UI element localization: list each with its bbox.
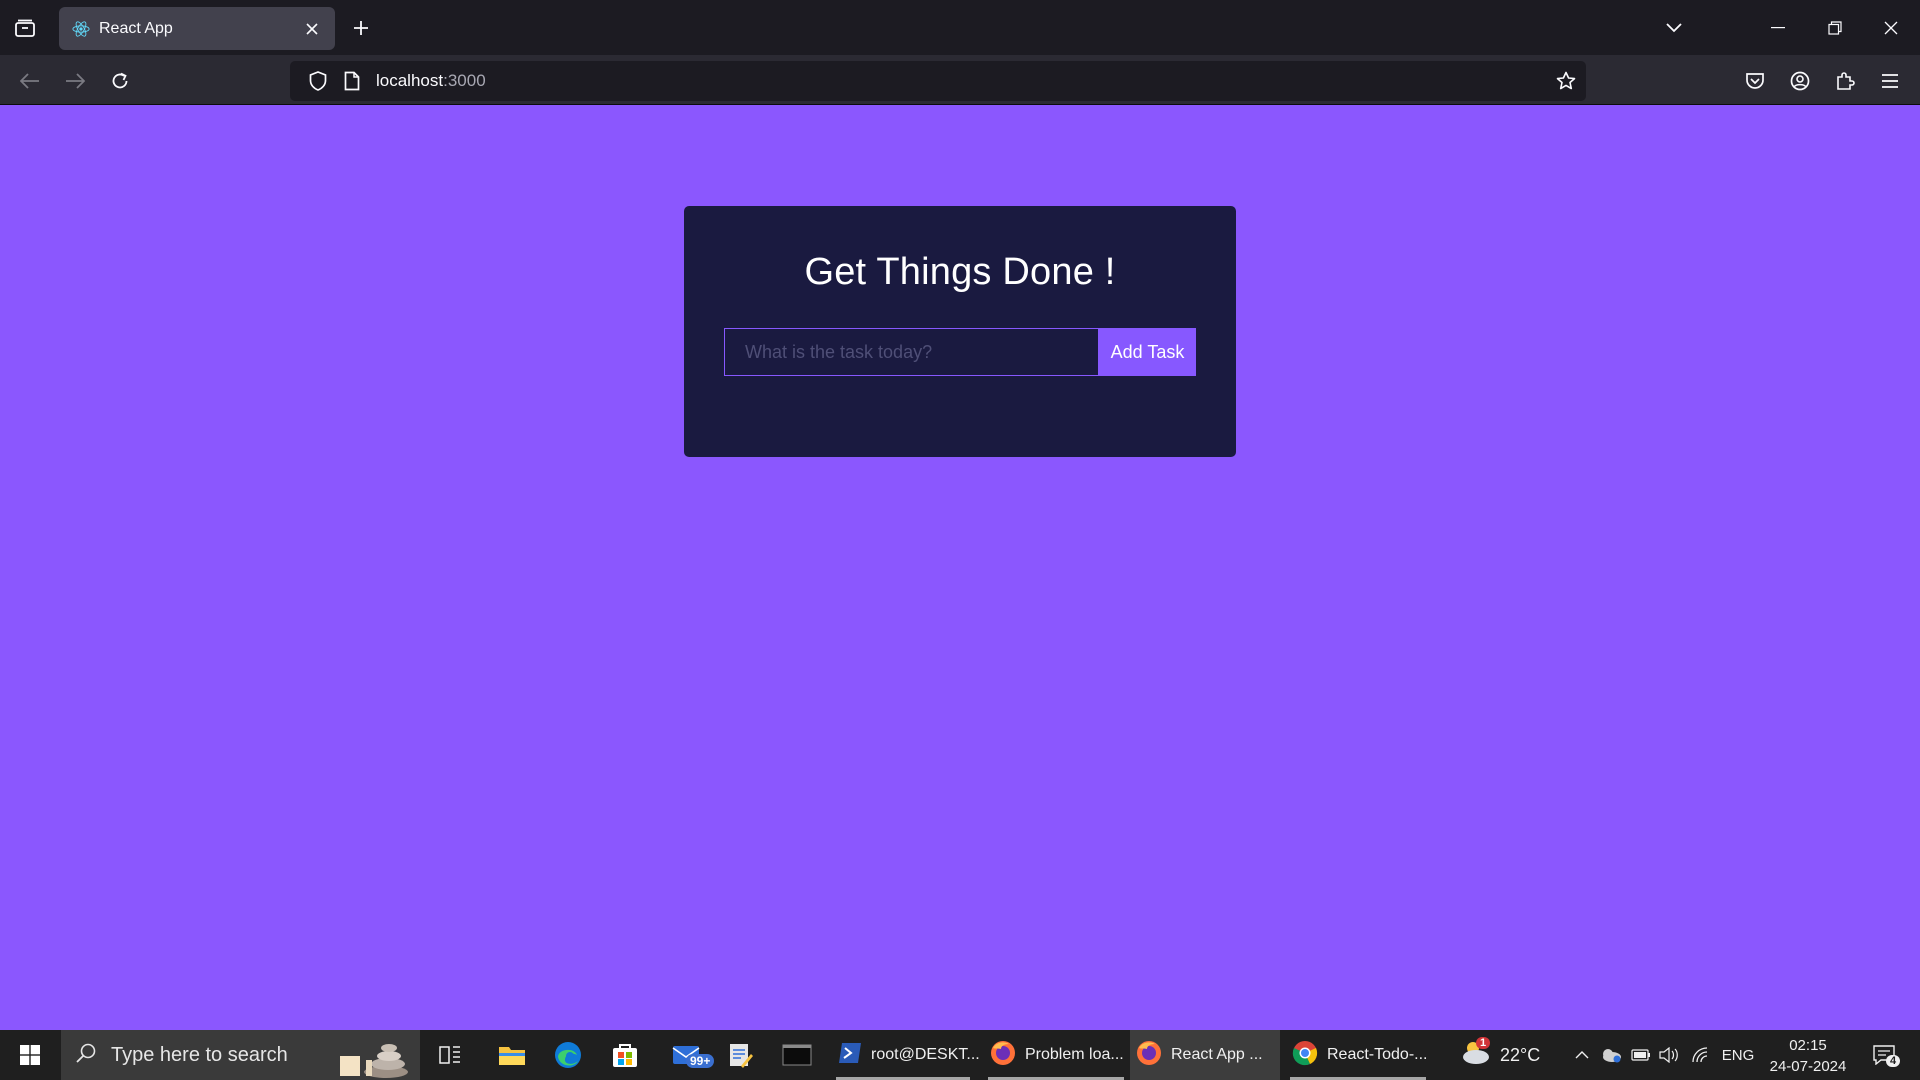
- notepad-app-icon[interactable]: [720, 1030, 760, 1080]
- powershell-icon: [838, 1042, 862, 1069]
- file-explorer-icon[interactable]: [490, 1030, 534, 1080]
- menu-hamburger-icon[interactable]: [1874, 65, 1906, 97]
- taskbar-app-powershell[interactable]: root@DESKT...: [832, 1030, 980, 1080]
- windows-taskbar: Type here to search 99+ root@DESKT... Pr…: [0, 1030, 1920, 1080]
- taskbar-app-chrome[interactable]: React-Todo-...: [1286, 1030, 1430, 1080]
- close-window-icon[interactable]: [1871, 10, 1911, 46]
- pocket-icon[interactable]: [1739, 65, 1771, 97]
- forward-arrow-icon[interactable]: [59, 65, 91, 97]
- clock-date: 24-07-2024: [1769, 1058, 1847, 1075]
- address-bar[interactable]: localhost:3000: [290, 61, 1586, 101]
- notification-count: 4: [1886, 1055, 1901, 1067]
- page-title: Get Things Done !: [804, 251, 1116, 293]
- react-icon: [71, 19, 91, 39]
- extensions-icon[interactable]: [1829, 65, 1861, 97]
- task-view-icon[interactable]: [430, 1030, 470, 1080]
- clock-time: 02:15: [1789, 1037, 1827, 1054]
- minimize-icon[interactable]: [1758, 10, 1798, 46]
- microsoft-store-icon[interactable]: [603, 1030, 647, 1080]
- taskbar-app-label: React App ...: [1171, 1046, 1263, 1063]
- search-highlight-stones-icon: [326, 1034, 416, 1078]
- todo-wrapper: Get Things Done ! Add Task: [684, 206, 1236, 457]
- weather-badge: 1: [1476, 1036, 1491, 1049]
- taskbar-app-label: root@DESKT...: [871, 1046, 980, 1063]
- terminal-icon[interactable]: [775, 1030, 819, 1080]
- chevron-up-icon[interactable]: [1570, 1030, 1594, 1080]
- tab-overview-icon[interactable]: [10, 14, 40, 42]
- mail-icon[interactable]: 99+: [660, 1030, 715, 1080]
- weather-cloud-icon: 1: [1460, 1036, 1492, 1071]
- mail-badge: 99+: [686, 1054, 715, 1068]
- firefox-icon: [1136, 1040, 1162, 1071]
- notification-center-icon[interactable]: 4: [1864, 1030, 1904, 1080]
- battery-icon[interactable]: [1628, 1030, 1654, 1080]
- todo-form: Add Task: [724, 328, 1196, 376]
- reload-icon[interactable]: [104, 65, 136, 97]
- new-tab-button[interactable]: [346, 13, 376, 43]
- browser-titlebar: React App: [0, 0, 1920, 55]
- taskbar-app-label: React-Todo-...: [1327, 1046, 1428, 1063]
- firefox-icon: [990, 1040, 1016, 1071]
- chrome-icon: [1292, 1040, 1318, 1071]
- volume-icon[interactable]: [1656, 1030, 1682, 1080]
- shield-icon[interactable]: [304, 67, 332, 95]
- url-host: localhost: [376, 71, 444, 90]
- windows-start-icon[interactable]: [0, 1030, 60, 1080]
- task-input[interactable]: [724, 328, 1099, 376]
- network-icon[interactable]: [1688, 1030, 1714, 1080]
- browser-navbar: localhost:3000: [0, 55, 1920, 105]
- close-tab-icon[interactable]: [301, 18, 323, 40]
- search-placeholder: Type here to search: [111, 1043, 288, 1066]
- url-port: :3000: [443, 71, 486, 90]
- weather-temp: 22°C: [1500, 1044, 1541, 1065]
- add-task-button[interactable]: Add Task: [1099, 328, 1196, 376]
- language-indicator[interactable]: ENG: [1720, 1030, 1756, 1080]
- search-icon: [75, 1042, 97, 1069]
- taskbar-app-label: Problem loa...: [1025, 1046, 1124, 1063]
- page-icon[interactable]: [338, 67, 366, 95]
- tab-title: React App: [99, 19, 173, 37]
- url-text[interactable]: localhost:3000: [376, 71, 486, 91]
- back-arrow-icon[interactable]: [14, 65, 46, 97]
- bookmark-star-icon[interactable]: [1552, 67, 1580, 95]
- restore-icon[interactable]: [1815, 10, 1855, 46]
- taskbar-clock[interactable]: 02:15 24-07-2024: [1764, 1035, 1852, 1077]
- weather-widget[interactable]: 1 22°C: [1460, 1030, 1560, 1080]
- list-all-tabs-icon[interactable]: [1654, 10, 1694, 46]
- language-label: ENG: [1721, 1046, 1755, 1064]
- account-icon[interactable]: [1784, 65, 1816, 97]
- tab-react-app[interactable]: React App: [59, 7, 335, 50]
- taskbar-app-firefox-react[interactable]: React App ...: [1130, 1030, 1280, 1080]
- taskbar-search-box[interactable]: Type here to search: [61, 1030, 420, 1080]
- onedrive-icon[interactable]: [1598, 1030, 1624, 1080]
- taskbar-app-firefox-problem[interactable]: Problem loa...: [984, 1030, 1128, 1080]
- edge-icon[interactable]: [546, 1030, 590, 1080]
